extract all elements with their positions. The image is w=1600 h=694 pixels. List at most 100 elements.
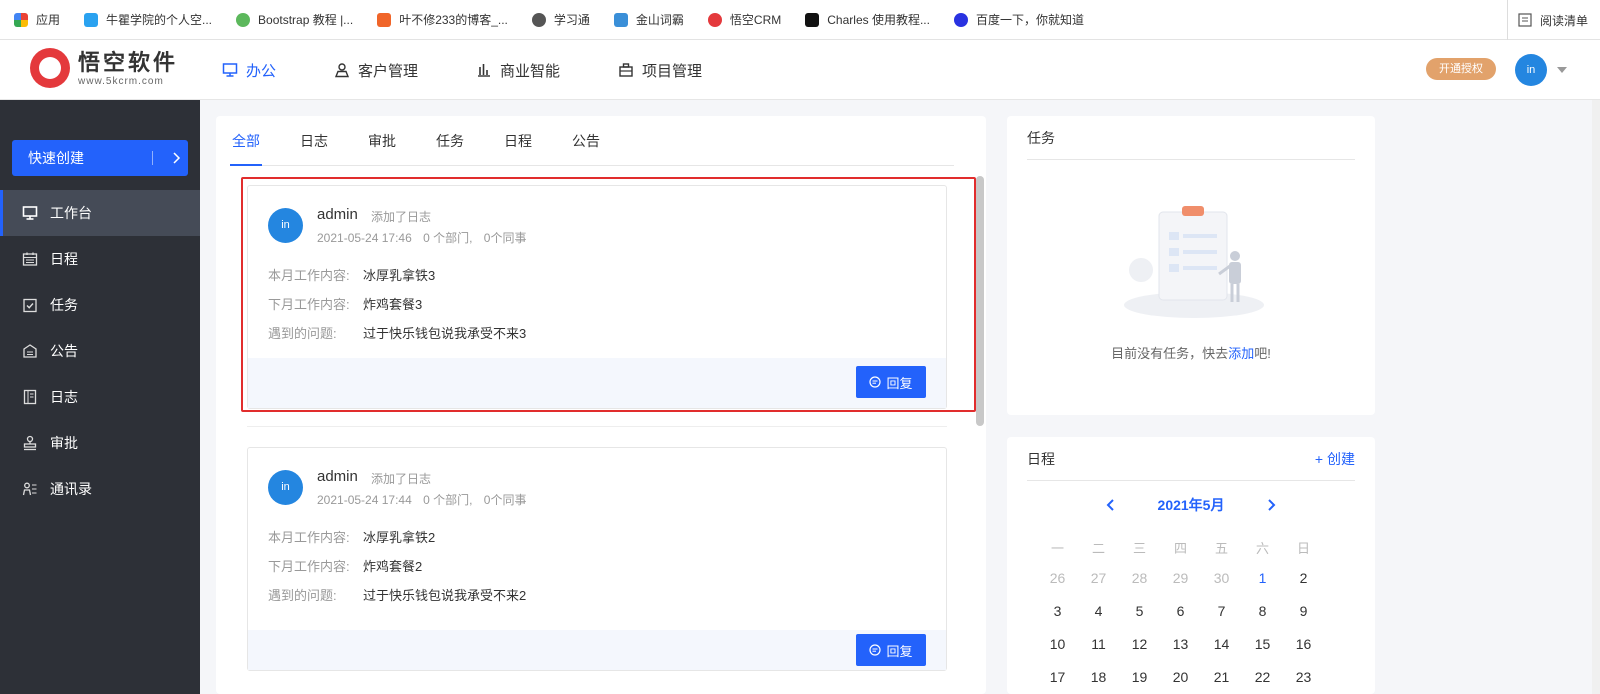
avatar[interactable]: in: [268, 208, 303, 243]
bookmark-item[interactable]: 金山词霸: [613, 11, 684, 28]
add-task-link[interactable]: 添加: [1228, 346, 1254, 361]
bookmark-item[interactable]: 学习通: [531, 11, 590, 28]
calendar-day[interactable]: 8: [1242, 603, 1283, 619]
empty-clipboard-icon: [1124, 206, 1264, 318]
calendar-day[interactable]: 10: [1037, 636, 1078, 652]
calendar-day[interactable]: 22: [1242, 669, 1283, 685]
calendar-day[interactable]: 15: [1242, 636, 1283, 652]
create-schedule-button[interactable]: + 创建: [1315, 449, 1355, 469]
calendar-day[interactable]: 4: [1078, 603, 1119, 619]
reading-list-icon: [1518, 13, 1532, 27]
card-meta: 2021-05-24 17:44 0 个部门, 0个同事: [317, 491, 534, 508]
nav-project[interactable]: 项目管理: [618, 60, 702, 81]
avatar[interactable]: in: [1515, 54, 1547, 86]
calendar-day[interactable]: 7: [1201, 603, 1242, 619]
tab-approval[interactable]: 审批: [368, 116, 396, 166]
log-card: in admin 添加了日志 2021-05-24 17:46 0 个部门, 0…: [247, 185, 947, 409]
calendar-day[interactable]: 21: [1201, 669, 1242, 685]
card-colleagues: 0个同事: [483, 231, 527, 245]
bookmark-apps[interactable]: 应用: [14, 11, 60, 28]
quick-create-button[interactable]: 快速创建: [12, 140, 188, 176]
calendar-day[interactable]: 1: [1242, 570, 1283, 586]
calendar-day[interactable]: 6: [1160, 603, 1201, 619]
sidebar-item-approval[interactable]: 审批: [0, 420, 200, 466]
bookmark-item[interactable]: Charles 使用教程...: [805, 11, 930, 28]
globe-icon: [531, 12, 546, 27]
letter-a-icon: [805, 12, 820, 27]
tab-task[interactable]: 任务: [436, 116, 464, 166]
upgrade-license-button[interactable]: 开通授权: [1426, 58, 1496, 80]
card-depts: 0 个部门,: [423, 493, 473, 507]
calendar-weekday-row: 一二三四五六日: [1037, 533, 1345, 561]
reading-list[interactable]: 阅读清单: [1506, 0, 1588, 40]
calendar-day[interactable]: 9: [1283, 603, 1324, 619]
divider: [247, 426, 947, 427]
sidebar-item-schedule[interactable]: 日程: [0, 236, 200, 282]
chevron-down-icon[interactable]: [1557, 67, 1567, 73]
chevron-right-icon[interactable]: [1264, 498, 1278, 512]
sidebar-item-task[interactable]: 任务: [0, 282, 200, 328]
nav-customer[interactable]: 客户管理: [334, 60, 418, 81]
avatar[interactable]: in: [268, 470, 303, 505]
tab-schedule[interactable]: 日程: [504, 116, 532, 166]
reply-button[interactable]: 回复: [856, 634, 926, 666]
calendar-day[interactable]: 16: [1283, 636, 1324, 652]
card-username: admin: [317, 206, 358, 223]
calendar-day[interactable]: 20: [1160, 669, 1201, 685]
bookmark-item[interactable]: 百度一下，你就知道: [953, 11, 1084, 28]
calendar-day[interactable]: 2: [1283, 570, 1324, 586]
tab-announcement[interactable]: 公告: [572, 116, 600, 166]
calendar-weekday: 二: [1091, 540, 1105, 556]
calendar-day[interactable]: 3: [1037, 603, 1078, 619]
task-panel: 任务 目前没有任务，快去添加吧!: [1007, 116, 1375, 415]
calendar-day[interactable]: 19: [1119, 669, 1160, 685]
logo[interactable]: 悟空软件 www.5kcrm.com: [30, 48, 178, 88]
reply-button[interactable]: 回复: [856, 366, 926, 398]
calendar-day[interactable]: 12: [1119, 636, 1160, 652]
calendar-day[interactable]: 17: [1037, 669, 1078, 685]
chevron-left-icon[interactable]: [1104, 498, 1118, 512]
task-check-icon: [23, 298, 37, 313]
calendar-day[interactable]: 26: [1037, 570, 1078, 586]
tab-all[interactable]: 全部: [230, 116, 262, 166]
card-field: 遇到的问题: 过于快乐钱包说我承受不来2: [268, 588, 527, 603]
bookmark-item[interactable]: 牛瞿学院的个人空...: [84, 11, 212, 28]
bar-chart-icon: [478, 64, 491, 77]
card-field: 本月工作内容: 冰厚乳拿铁2: [268, 530, 436, 545]
calendar-day[interactable]: 18: [1078, 669, 1119, 685]
bookmark-item[interactable]: 叶不修233的博客_...: [377, 11, 508, 28]
sidebar-menu: 工作台 日程 任务 公告 日志 审批 通讯录: [0, 190, 200, 512]
sidebar-item-log[interactable]: 日志: [0, 374, 200, 420]
contacts-icon: [22, 482, 37, 496]
bookmark-item[interactable]: 悟空CRM: [707, 11, 781, 28]
user-icon: [334, 63, 350, 78]
scrollbar-thumb[interactable]: [976, 176, 984, 426]
calendar-day[interactable]: 27: [1078, 570, 1119, 586]
bookmarks-bar: 应用 牛瞿学院的个人空... Bootstrap 教程 |... 叶不修233的…: [0, 0, 1600, 40]
calendar-weekday: 日: [1296, 540, 1310, 556]
calendar-day[interactable]: 11: [1078, 636, 1119, 652]
logo-url: www.5kcrm.com: [78, 75, 164, 87]
nav-office[interactable]: 办公: [222, 60, 276, 81]
calendar-day[interactable]: 5: [1119, 603, 1160, 619]
card-depts: 0 个部门,: [423, 231, 473, 245]
calendar-day[interactable]: 29: [1160, 570, 1201, 586]
panel-title: 日程: [1027, 451, 1055, 467]
feed-scrollbar[interactable]: [976, 176, 984, 694]
sidebar-item-contacts[interactable]: 通讯录: [0, 466, 200, 512]
monkey-logo-icon: [30, 48, 70, 88]
sidebar-item-workbench[interactable]: 工作台: [0, 190, 200, 236]
nav-bi[interactable]: 商业智能: [476, 60, 560, 81]
sidebar-item-announcement[interactable]: 公告: [0, 328, 200, 374]
calendar-day[interactable]: 14: [1201, 636, 1242, 652]
page-scrollbar[interactable]: [1592, 100, 1600, 694]
calendar-day[interactable]: 13: [1160, 636, 1201, 652]
calendar-icon: [22, 252, 38, 266]
bookmark-item[interactable]: Bootstrap 教程 |...: [236, 11, 353, 28]
calendar-day[interactable]: 30: [1201, 570, 1242, 586]
tab-log[interactable]: 日志: [300, 116, 328, 166]
apps-grid-icon: [14, 12, 28, 27]
card-action: 添加了日志: [371, 472, 432, 486]
calendar-day[interactable]: 28: [1119, 570, 1160, 586]
calendar-day[interactable]: 23: [1283, 669, 1324, 685]
